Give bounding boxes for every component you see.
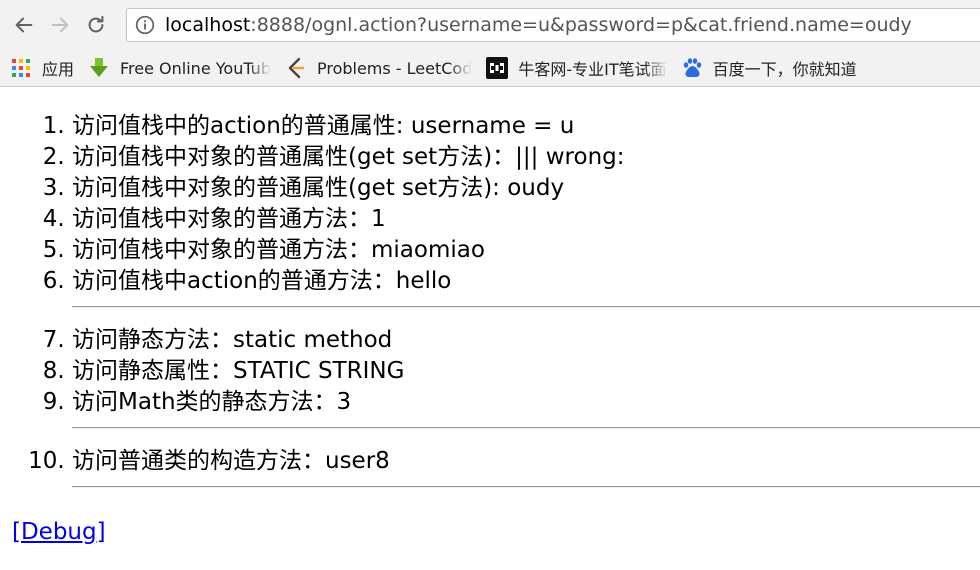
- url-path-query: :8888/ognl.action?username=u&password=p&…: [250, 14, 912, 36]
- bookmark-youtube-downloader[interactable]: Free Online YouTub: [88, 57, 271, 79]
- back-arrow-icon: [15, 17, 33, 33]
- list-item: 访问值栈中的action的普通属性: username = u: [72, 111, 980, 142]
- download-arrow-icon: [88, 57, 110, 79]
- divider: [72, 427, 980, 429]
- address-bar[interactable]: localhost:8888/ognl.action?username=u&pa…: [126, 8, 980, 42]
- list-item: 访问值栈中对象的普通属性(get set方法)：||| wrong:: [72, 142, 980, 173]
- bookmark-label: 牛客网-专业IT笔试面: [518, 60, 667, 79]
- back-button[interactable]: [8, 9, 40, 41]
- bookmark-apps[interactable]: 应用: [10, 56, 74, 80]
- address-url[interactable]: localhost:8888/ognl.action?username=u&pa…: [165, 14, 912, 36]
- list-item: 访问静态方法：static method: [72, 325, 980, 356]
- info-icon[interactable]: [135, 15, 155, 35]
- list-item: 访问静态属性：STATIC STRING: [72, 356, 980, 387]
- page-content: 访问值栈中的action的普通属性: username = u 访问值栈中对象的…: [0, 111, 980, 548]
- bookmark-label: Free Online YouTub: [120, 58, 271, 78]
- divider: [72, 306, 980, 308]
- constructor-access-list: 访问普通类的构造方法：user8: [12, 446, 980, 477]
- list-item: 访问值栈中对象的普通属性(get set方法): oudy: [72, 173, 980, 204]
- browser-toolbar: localhost:8888/ognl.action?username=u&pa…: [0, 0, 980, 50]
- bookmark-leetcode[interactable]: Problems - LeetCod: [285, 57, 472, 79]
- bookmark-nowcoder[interactable]: 牛客网-专业IT笔试面: [486, 56, 667, 80]
- bookmark-label: 应用: [42, 60, 75, 79]
- value-stack-list: 访问值栈中的action的普通属性: username = u 访问值栈中对象的…: [12, 111, 980, 297]
- reload-button[interactable]: [80, 9, 112, 41]
- forward-arrow-icon: [51, 17, 69, 33]
- browser-chrome: localhost:8888/ognl.action?username=u&pa…: [0, 0, 980, 87]
- leetcode-icon: [285, 57, 307, 79]
- apps-grid-icon: [10, 57, 32, 79]
- list-item: 访问值栈中对象的普通方法：1: [72, 204, 980, 235]
- reload-icon: [88, 15, 104, 33]
- bookmarks-bar: 应用 Free Online YouTub Problems - LeetCod: [0, 50, 980, 86]
- bookmark-baidu[interactable]: 百度一下，你就知道: [681, 56, 857, 80]
- list-item: 访问普通类的构造方法：user8: [72, 446, 980, 477]
- list-item: 访问值栈中action的普通方法：hello: [72, 266, 980, 297]
- bookmark-label: 百度一下，你就知道: [712, 60, 857, 79]
- debug-link[interactable]: [Debug]: [12, 517, 106, 548]
- baidu-paw-icon: [681, 57, 703, 79]
- nowcoder-icon: [486, 57, 509, 79]
- bookmark-label: Problems - LeetCod: [316, 58, 473, 78]
- forward-button[interactable]: [44, 9, 76, 41]
- list-item: 访问值栈中对象的普通方法：miaomiao: [72, 235, 980, 266]
- list-item: 访问Math类的静态方法：3: [72, 387, 980, 418]
- static-access-list: 访问静态方法：static method 访问静态属性：STATIC STRIN…: [12, 325, 980, 418]
- divider: [72, 486, 980, 488]
- url-host: localhost: [165, 14, 251, 36]
